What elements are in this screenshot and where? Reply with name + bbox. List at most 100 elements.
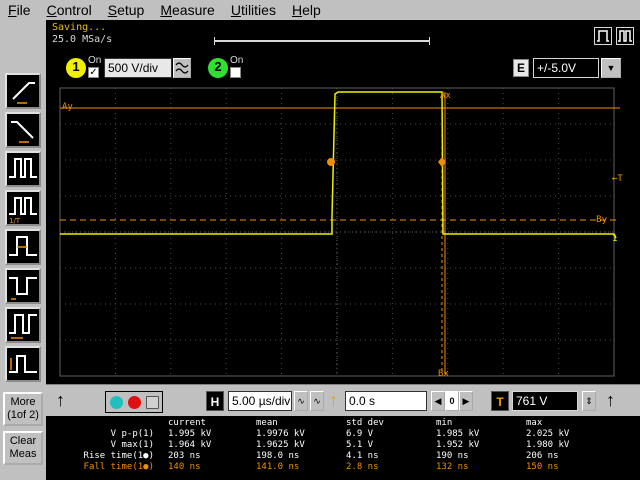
sample-rate: 25.0 MSa/s	[52, 34, 113, 45]
menu-control[interactable]: Control	[39, 0, 100, 20]
trigger-button[interactable]: T	[491, 391, 509, 411]
channel-1-ground-marker: 1	[612, 234, 617, 244]
channel-controls: 1 On ✓ 500 V/div 2 On E +/-5.0V ▼	[46, 52, 640, 84]
menu-bar: File Control Setup Measure Utilities Hel…	[0, 0, 640, 20]
meas-cell: 2.8 ns	[346, 462, 379, 472]
meas-cell: 1.9976 kV	[256, 429, 305, 439]
meas-row-label[interactable]: Fall time(1●)	[50, 462, 154, 473]
meas-cell: 132 ns	[436, 462, 469, 472]
meas-cell: 1.995 kV	[168, 429, 212, 439]
plus-width-icon	[9, 236, 37, 256]
more-button[interactable]: More (1of 2)	[3, 392, 43, 426]
more-button-label: More (1of 2)	[7, 396, 39, 421]
chevron-down-icon[interactable]: ▼	[601, 58, 621, 78]
waveform-display[interactable]: Ay By ←T Ax Bx 1	[46, 84, 640, 384]
channel-2-checkbox[interactable]	[230, 67, 241, 78]
vmax-icon	[9, 355, 37, 373]
red-dot-icon[interactable]	[128, 396, 141, 409]
delay-right-arrow-icon[interactable]: ▶	[459, 391, 473, 411]
scroll-up-arrow-icon[interactable]: ↑	[56, 390, 65, 411]
timebase-field[interactable]: 5.00 µs/div	[228, 391, 292, 411]
horizontal-controls: ↑ H 5.00 µs/div ∿ ∿ ↑ 0.0 s ◀ 0 ▶ T 761 …	[46, 384, 640, 416]
meas-cell: 1.9625 kV	[256, 440, 305, 450]
trigger-level-field[interactable]: 761 V	[512, 391, 578, 411]
timebase-down-icon[interactable]: ∿	[294, 391, 308, 411]
negative-width-measure-button[interactable]	[5, 268, 41, 304]
sine-wave-icon	[175, 62, 189, 74]
channel-1-coupling-button[interactable]	[173, 58, 191, 78]
meas-row-label[interactable]: V p-p(1)	[50, 429, 154, 440]
period-pulse-icon	[9, 158, 37, 178]
rise-time-measure-button[interactable]	[5, 73, 41, 109]
meas-cell: 4.1 ns	[346, 451, 379, 461]
external-range-select[interactable]: +/-5.0V	[533, 58, 599, 78]
delay-left-arrow-icon[interactable]: ◀	[431, 391, 445, 411]
channel-1-scale-field[interactable]: 500 V/div	[104, 58, 172, 78]
meas-cell: 5.1 V	[346, 440, 374, 450]
meas-cell: 198.0 ns	[256, 451, 300, 461]
rise-edge-marker	[327, 158, 335, 166]
meas-header-std-dev: std dev	[346, 418, 384, 428]
period-measure-button[interactable]	[5, 151, 41, 187]
delay-marker-icon: ↑	[329, 390, 338, 410]
fall-time-measure-button[interactable]	[5, 112, 41, 148]
delay-zero-button[interactable]: 0	[445, 391, 459, 411]
cursor-ay-label: Ay	[62, 102, 73, 112]
channel-1-checkbox[interactable]: ✓	[88, 67, 99, 78]
svg-text:1/T: 1/T	[9, 217, 21, 224]
meas-header-current: current	[168, 418, 206, 428]
rise-edge-icon	[12, 82, 35, 104]
menu-utilities[interactable]: Utilities	[223, 0, 284, 20]
clear-meas-label: Clear Meas	[9, 435, 37, 460]
color-toggle-group[interactable]	[105, 391, 163, 413]
measurement-toolbar: 1/T More (1of 2) Clear Meas	[0, 20, 46, 480]
frequency-measure-button[interactable]: 1/T	[5, 190, 41, 226]
vmax-measure-button[interactable]	[5, 346, 41, 382]
cyan-dot-icon[interactable]	[110, 396, 123, 409]
meas-cell: 1.952 kV	[436, 440, 480, 450]
meas-header-min: min	[436, 418, 453, 428]
meas-row-label[interactable]: V max(1)	[50, 440, 154, 451]
image-save-icon[interactable]	[146, 396, 159, 409]
status-text: Saving... 25.0 MSa/s	[52, 22, 112, 46]
fall-edge-icon	[11, 121, 34, 143]
meas-row-label[interactable]: Rise time(1●)	[50, 451, 154, 462]
duty-cycle-measure-button[interactable]	[5, 307, 41, 343]
trigger-level-stepper-icon[interactable]: ⇕	[582, 391, 596, 411]
single-view-button[interactable]	[594, 27, 612, 45]
meas-cell: 6.9 V	[346, 429, 374, 439]
channel-1-badge: 1	[66, 58, 86, 78]
duty-cycle-icon	[9, 314, 37, 339]
meas-cell: 140 ns	[168, 462, 201, 472]
saving-label: Saving...	[52, 22, 107, 33]
meas-cell: 150 ns	[526, 462, 559, 472]
external-trigger-button[interactable]: E	[513, 59, 529, 77]
meas-cell: 2.025 kV	[526, 429, 570, 439]
pulse-width-measure-button[interactable]	[5, 229, 41, 265]
menu-file[interactable]: File	[0, 0, 39, 20]
horizontal-button[interactable]: H	[206, 391, 224, 411]
meas-cell: 1.964 kV	[168, 440, 212, 450]
clear-meas-button[interactable]: Clear Meas	[3, 431, 43, 465]
split-view-button[interactable]	[616, 27, 634, 45]
menu-help[interactable]: Help	[284, 0, 329, 20]
waveform-graticule: Ay By ←T Ax Bx 1	[59, 87, 623, 379]
meas-cell: 1.985 kV	[436, 429, 480, 439]
status-strip: Saving... 25.0 MSa/s	[46, 20, 640, 52]
meas-cell: 206 ns	[526, 451, 559, 461]
channel-2-on-label: On	[230, 55, 244, 66]
delay-field[interactable]: 0.0 s	[345, 391, 427, 411]
measurement-table: current mean std dev min max V p-p(1) 1.995 k…	[46, 416, 640, 480]
menu-setup[interactable]: Setup	[100, 0, 153, 20]
menu-measure[interactable]: Measure	[152, 0, 222, 20]
dual-wave-icon	[618, 30, 632, 42]
meas-header-max: max	[526, 418, 543, 428]
square-wave-icon	[597, 30, 609, 42]
minus-width-icon	[9, 277, 37, 300]
timebase-up-icon[interactable]: ∿	[310, 391, 324, 411]
meas-cell: 190 ns	[436, 451, 469, 461]
channel-1-on-label: On	[88, 55, 102, 66]
meas-header-mean: mean	[256, 418, 278, 428]
frequency-pulse-icon: 1/T	[9, 197, 37, 224]
meas-cell: 1.980 kV	[526, 440, 570, 450]
